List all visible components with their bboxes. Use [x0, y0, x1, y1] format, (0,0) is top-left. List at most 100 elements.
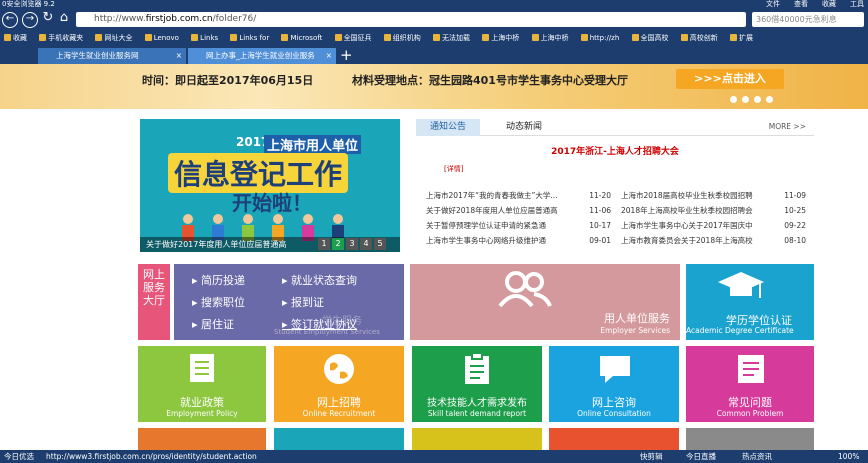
url-path: /folder76/: [212, 14, 257, 24]
link-resume[interactable]: ▸ 简历投递: [192, 272, 245, 288]
online-consultation-tile[interactable]: 网上咨询 Online Consultation: [549, 346, 679, 422]
tab-notices[interactable]: 通知公告: [416, 119, 481, 136]
home-icon[interactable]: ⌂: [56, 11, 72, 28]
favorite-item[interactable]: 上海中桥: [531, 30, 569, 46]
folder-icon: [482, 34, 490, 41]
banner-dot[interactable]: [730, 96, 737, 103]
search-input[interactable]: 360借40000元急利息: [752, 12, 864, 27]
favorite-item[interactable]: 扩展: [730, 30, 753, 46]
skill-talent-tile[interactable]: 技术技能人才需求发布 Skill talent demand report: [412, 346, 542, 422]
favorite-item[interactable]: 高校创新: [680, 30, 718, 46]
degree-cert-en: Academic Degree Certificate: [686, 326, 794, 335]
zoom-level[interactable]: 100%: [838, 450, 859, 463]
link-status-query[interactable]: ▸ 就业状态查询: [282, 272, 357, 288]
favorite-item[interactable]: 组织机构: [383, 30, 421, 46]
favorite-item[interactable]: 手机收藏夹: [39, 30, 83, 46]
close-icon[interactable]: ×: [326, 48, 332, 64]
news-item[interactable]: 上海市2017年“我的青春我做主”大学... 11-20: [426, 188, 621, 203]
folder-icon: [531, 34, 539, 41]
favorite-item[interactable]: Lenovo: [144, 30, 179, 46]
slide-page-2[interactable]: 2: [332, 238, 344, 250]
url-input[interactable]: http://www.firstjob.com.cn/folder76/: [76, 12, 746, 27]
top-banner[interactable]: 时间：即日起至2017年06月15日 材料受理地点：冠生园路401号市学生事务中…: [0, 64, 868, 109]
folder-icon: [680, 34, 688, 41]
banner-dot[interactable]: [766, 96, 773, 103]
status-bar: 今日优选 http://www3.firstjob.com.cn/pros/id…: [0, 450, 868, 463]
service-tile[interactable]: [274, 428, 404, 450]
menu-file[interactable]: 文件: [766, 0, 780, 9]
status-today-picks[interactable]: 今日优选: [4, 450, 34, 463]
slide-page-3[interactable]: 3: [346, 238, 358, 250]
degree-cert-tile[interactable]: 学历学位认证 Academic Degree Certificate: [686, 264, 814, 340]
users-icon: [498, 271, 552, 308]
news-item[interactable]: 上海市2018届高校毕业生秋季校园招聘 11-09: [621, 188, 816, 203]
news-item[interactable]: 上海市学生事务中心关于2017年国庆中 09-22: [621, 218, 816, 233]
common-problem-tile[interactable]: 常见问题 Common Problem: [686, 346, 814, 422]
back-icon[interactable]: ←: [2, 12, 18, 28]
news-headline[interactable]: 2017年浙江-上海人才招聘大会: [416, 144, 814, 157]
favorite-item[interactable]: 全国征兵: [334, 30, 372, 46]
enter-button[interactable]: >>>点击进入: [676, 69, 784, 89]
status-quick-clip[interactable]: 快剪辑: [640, 450, 663, 463]
folder-icon: [230, 34, 238, 41]
link-search-jobs[interactable]: ▸ 搜索职位: [192, 294, 245, 310]
more-link[interactable]: MORE >>: [769, 122, 806, 131]
news-item[interactable]: 上海市教育委员会关于2018年上海高校 08-10: [621, 233, 816, 248]
forward-icon[interactable]: →: [22, 12, 38, 28]
status-url: http://www3.firstjob.com.cn/pros/identit…: [46, 452, 257, 461]
slide-page-1[interactable]: 1: [318, 238, 330, 250]
tile-subtitle: Online Recruitment: [302, 409, 376, 418]
link-residence-permit[interactable]: ▸ 居住证: [192, 316, 234, 332]
news-tabs: 通知公告 动态新闻 MORE >>: [416, 118, 814, 136]
folder-icon: [144, 34, 152, 41]
service-tile[interactable]: [412, 428, 542, 450]
new-tab-button[interactable]: +: [340, 46, 353, 64]
favorite-item[interactable]: 无法加载: [433, 30, 470, 46]
slide-page-4[interactable]: 4: [360, 238, 372, 250]
folder-icon: [730, 34, 737, 41]
employment-policy-tile[interactable]: 就业政策 Employment Policy: [138, 346, 266, 422]
favorite-item[interactable]: 上海中桥: [482, 30, 519, 46]
news-row: 关于暂停预理学位认证申请的紧急通 10-17 上海市学生事务中心关于2017年国庆…: [426, 218, 816, 233]
service-tile[interactable]: [138, 428, 266, 450]
url-domain: firstjob.com.cn: [145, 14, 213, 24]
detail-link[interactable]: [详情]: [444, 164, 463, 174]
tile-title: 常见问题: [728, 396, 772, 409]
favorite-item[interactable]: 收藏: [4, 30, 27, 46]
favorite-item[interactable]: 全国高校: [631, 30, 669, 46]
menu-tools[interactable]: 工具: [850, 0, 864, 9]
banner-place: 材料受理地点：冠生园路401号市学生事务中心受理大厅: [352, 74, 628, 87]
tab-student-service[interactable]: 上海学生就业创业服务网 ×: [38, 48, 186, 64]
favorite-item[interactable]: Links: [191, 30, 218, 46]
news-item[interactable]: 2018年上海高校毕业生秋季校园招聘会 10-25: [621, 203, 816, 218]
banner-dot[interactable]: [754, 96, 761, 103]
online-recruitment-tile[interactable]: 网上招聘 Online Recruitment: [274, 346, 404, 422]
status-live[interactable]: 今日直播: [686, 450, 716, 463]
slide-page-5[interactable]: 5: [374, 238, 386, 250]
menu-view[interactable]: 查看: [794, 0, 808, 9]
favorite-item[interactable]: Links for: [230, 30, 269, 46]
favorite-item[interactable]: 网址大全: [95, 30, 132, 46]
service-tile[interactable]: [686, 428, 814, 450]
promo-slider[interactable]: 2017 上海市用人单位 信息登记工作 开始啦！ 关于做好2017年度用人单位应…: [140, 119, 400, 252]
tile-subtitle: Employment Policy: [166, 409, 238, 418]
tab-news[interactable]: 动态新闻: [492, 119, 556, 136]
news-item[interactable]: 上海市学生事务中心网络升级维护通 09-01: [426, 233, 621, 248]
menu-favorites[interactable]: 收藏: [822, 0, 836, 9]
banner-dot[interactable]: [742, 96, 749, 103]
link-report-cert[interactable]: ▸ 报到证: [282, 294, 324, 310]
tab-online-service[interactable]: 网上办事_上海学生就业创业服务 ×: [188, 48, 336, 64]
news-item[interactable]: 关于暂停预理学位认证申请的紧急通 10-17: [426, 218, 621, 233]
news-item[interactable]: 关于做好2018年度用人单位应届普通高 11-06: [426, 203, 621, 218]
tile-title: 技术技能人才需求发布: [427, 398, 527, 409]
refresh-icon[interactable]: ↻: [40, 11, 56, 28]
status-hot-news[interactable]: 热点资讯: [742, 450, 772, 463]
close-icon[interactable]: ×: [176, 48, 182, 64]
folder-icon: [334, 34, 342, 41]
service-tile[interactable]: [549, 428, 679, 450]
favorite-item[interactable]: Microsoft: [281, 30, 322, 46]
folder-icon: [383, 34, 391, 41]
employer-services-tile[interactable]: 用人单位服务 Employer Services: [410, 264, 680, 340]
favorite-item[interactable]: http://zh: [580, 30, 619, 46]
tab-bar: 上海学生就业创业服务网 × 网上办事_上海学生就业创业服务 × +: [0, 46, 868, 64]
